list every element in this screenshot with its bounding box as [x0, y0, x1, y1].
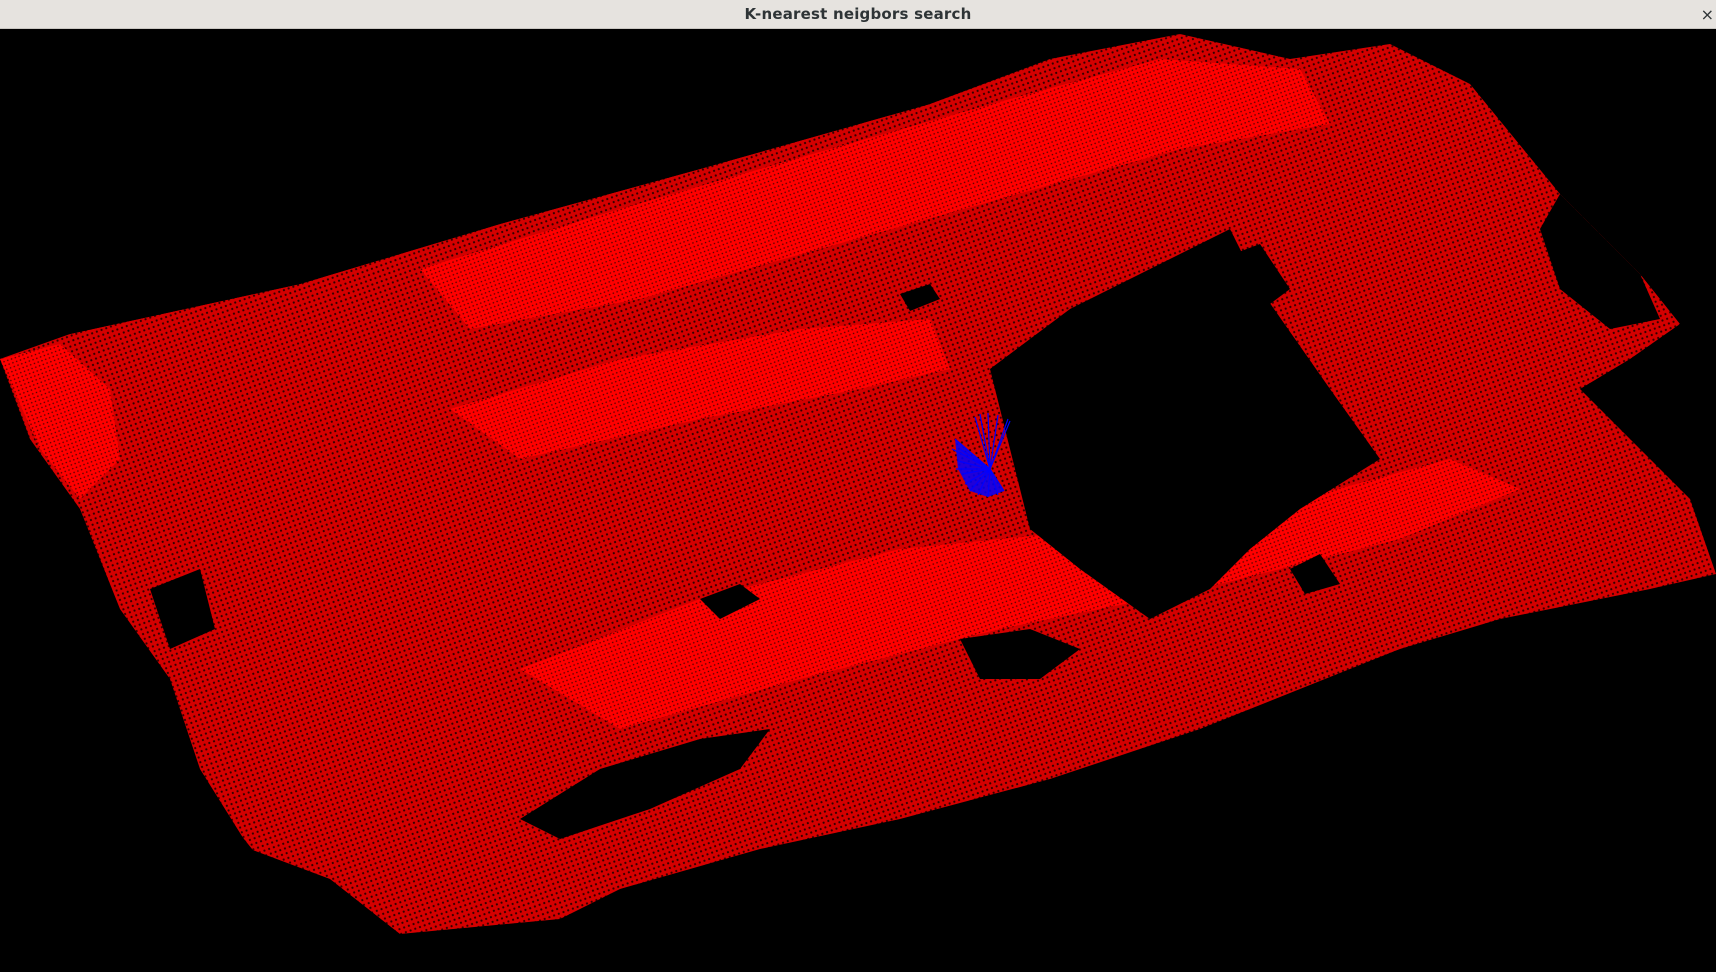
close-icon[interactable]: ×	[1694, 0, 1716, 28]
window-title: K-nearest neigbors search	[744, 5, 972, 23]
point-cloud-viewport[interactable]	[0, 29, 1716, 972]
window-titlebar[interactable]: K-nearest neigbors search ×	[0, 0, 1716, 29]
pcl-viewer-window: K-nearest neigbors search ×	[0, 0, 1716, 972]
point-cloud-canvas[interactable]	[0, 29, 1716, 972]
